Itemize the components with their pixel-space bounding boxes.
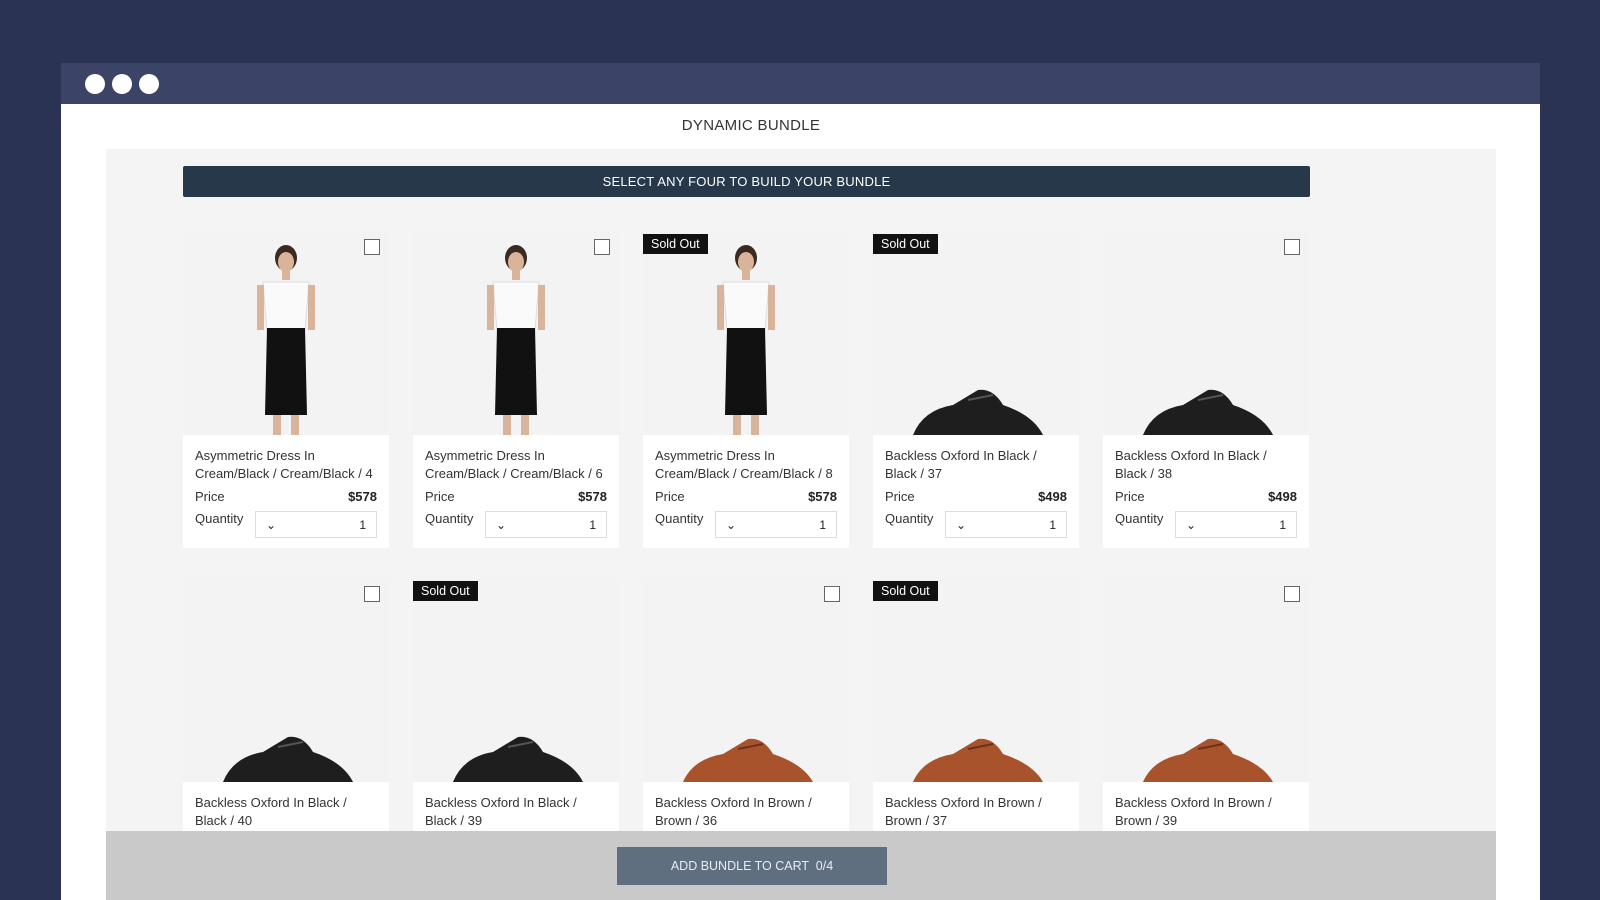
sold-out-badge: Sold Out [873, 581, 938, 601]
price-label: Price [195, 488, 225, 504]
quantity-value: 1 [1279, 517, 1286, 532]
product-card[interactable]: Backless Oxford In Brown / Brown / 39 [1103, 577, 1309, 840]
product-image[interactable] [643, 577, 849, 782]
browser-window: DYNAMIC BUNDLE SELECT ANY FOUR TO BUILD … [61, 63, 1540, 900]
chevron-down-icon: ⌄ [1186, 517, 1197, 532]
product-name[interactable]: Backless Oxford In Brown / Brown / 37 [885, 794, 1067, 830]
product-image[interactable] [1103, 230, 1309, 435]
product-card[interactable]: Sold Out Backless Oxford In Black / Black… [873, 230, 1079, 548]
chevron-down-icon: ⌄ [956, 517, 967, 532]
product-name[interactable]: Asymmetric Dress In Cream/Black / Cream/… [195, 447, 377, 483]
price-label: Price [425, 488, 455, 504]
quantity-select[interactable]: ⌄ 1 [1175, 511, 1297, 538]
bundle-panel: SELECT ANY FOUR TO BUILD YOUR BUNDLE Asy… [106, 149, 1496, 900]
quantity-select[interactable]: ⌄ 1 [715, 511, 837, 538]
product-card[interactable]: Sold Out Backless Oxford In Brown / Brown… [873, 577, 1079, 840]
sold-out-badge: Sold Out [873, 234, 938, 254]
quantity-select[interactable]: ⌄ 1 [485, 511, 607, 538]
select-checkbox[interactable] [1284, 586, 1300, 602]
product-name[interactable]: Backless Oxford In Black / Black / 39 [425, 794, 607, 830]
product-card[interactable]: Backless Oxford In Brown / Brown / 36 [643, 577, 849, 840]
select-checkbox[interactable] [594, 239, 610, 255]
product-image[interactable]: Sold Out [873, 577, 1079, 782]
product-name[interactable]: Backless Oxford In Black / Black / 40 [195, 794, 377, 830]
chevron-down-icon: ⌄ [496, 517, 507, 532]
select-checkbox[interactable] [364, 586, 380, 602]
select-checkbox[interactable] [824, 586, 840, 602]
quantity-value: 1 [589, 517, 596, 532]
product-card[interactable]: Sold Out Backless Oxford In Black / Black… [413, 577, 619, 840]
quantity-value: 1 [819, 517, 826, 532]
quantity-label: Quantity [885, 511, 934, 526]
product-name[interactable]: Backless Oxford In Brown / Brown / 39 [1115, 794, 1297, 830]
product-image[interactable] [413, 230, 619, 435]
product-image[interactable]: Sold Out [643, 230, 849, 435]
bundle-footer: ADD BUNDLE TO CART 0/4 [106, 831, 1496, 900]
window-control-dot[interactable] [139, 74, 159, 94]
price-label: Price [655, 488, 685, 504]
quantity-value: 1 [1049, 517, 1056, 532]
product-image[interactable]: Sold Out [413, 577, 619, 782]
product-card[interactable]: Backless Oxford In Black / Black / 38 Pri… [1103, 230, 1309, 548]
chevron-down-icon: ⌄ [266, 517, 277, 532]
product-name[interactable]: Asymmetric Dress In Cream/Black / Cream/… [655, 447, 837, 483]
chevron-down-icon: ⌄ [726, 517, 737, 532]
product-image[interactable] [183, 577, 389, 782]
product-image[interactable] [1103, 577, 1309, 782]
quantity-label: Quantity [425, 511, 474, 526]
price-label: Price [1115, 488, 1145, 504]
product-card[interactable]: Asymmetric Dress In Cream/Black / Cream/… [413, 230, 619, 548]
page-title: DYNAMIC BUNDLE [681, 117, 821, 134]
product-image[interactable] [183, 230, 389, 435]
product-card[interactable]: Backless Oxford In Black / Black / 40 [183, 577, 389, 840]
product-name[interactable]: Asymmetric Dress In Cream/Black / Cream/… [425, 447, 607, 483]
sold-out-badge: Sold Out [413, 581, 478, 601]
quantity-label: Quantity [655, 511, 704, 526]
product-price: $578 [578, 488, 607, 504]
quantity-value: 1 [359, 517, 366, 532]
price-label: Price [885, 488, 915, 504]
bundle-instructions-banner: SELECT ANY FOUR TO BUILD YOUR BUNDLE [183, 166, 1310, 197]
quantity-select[interactable]: ⌄ 1 [945, 511, 1067, 538]
window-control-dot[interactable] [85, 74, 105, 94]
product-image[interactable]: Sold Out [873, 230, 1079, 435]
add-bundle-to-cart-button[interactable]: ADD BUNDLE TO CART 0/4 [617, 847, 887, 885]
quantity-label: Quantity [1115, 511, 1164, 526]
select-checkbox[interactable] [1284, 239, 1300, 255]
product-price: $578 [808, 488, 837, 504]
product-card[interactable]: Asymmetric Dress In Cream/Black / Cream/… [183, 230, 389, 548]
product-name[interactable]: Backless Oxford In Brown / Brown / 36 [655, 794, 837, 830]
product-card[interactable]: Sold Out Asymmetric Dress In Cream/Black … [643, 230, 849, 548]
sold-out-badge: Sold Out [643, 234, 708, 254]
product-price: $498 [1038, 488, 1067, 504]
select-checkbox[interactable] [364, 239, 380, 255]
quantity-label: Quantity [195, 511, 244, 526]
quantity-select[interactable]: ⌄ 1 [255, 511, 377, 538]
product-price: $578 [348, 488, 377, 504]
window-titlebar [61, 63, 1540, 104]
product-price: $498 [1268, 488, 1297, 504]
product-name[interactable]: Backless Oxford In Black / Black / 37 [885, 447, 1067, 483]
window-control-dot[interactable] [112, 74, 132, 94]
product-name[interactable]: Backless Oxford In Black / Black / 38 [1115, 447, 1297, 483]
